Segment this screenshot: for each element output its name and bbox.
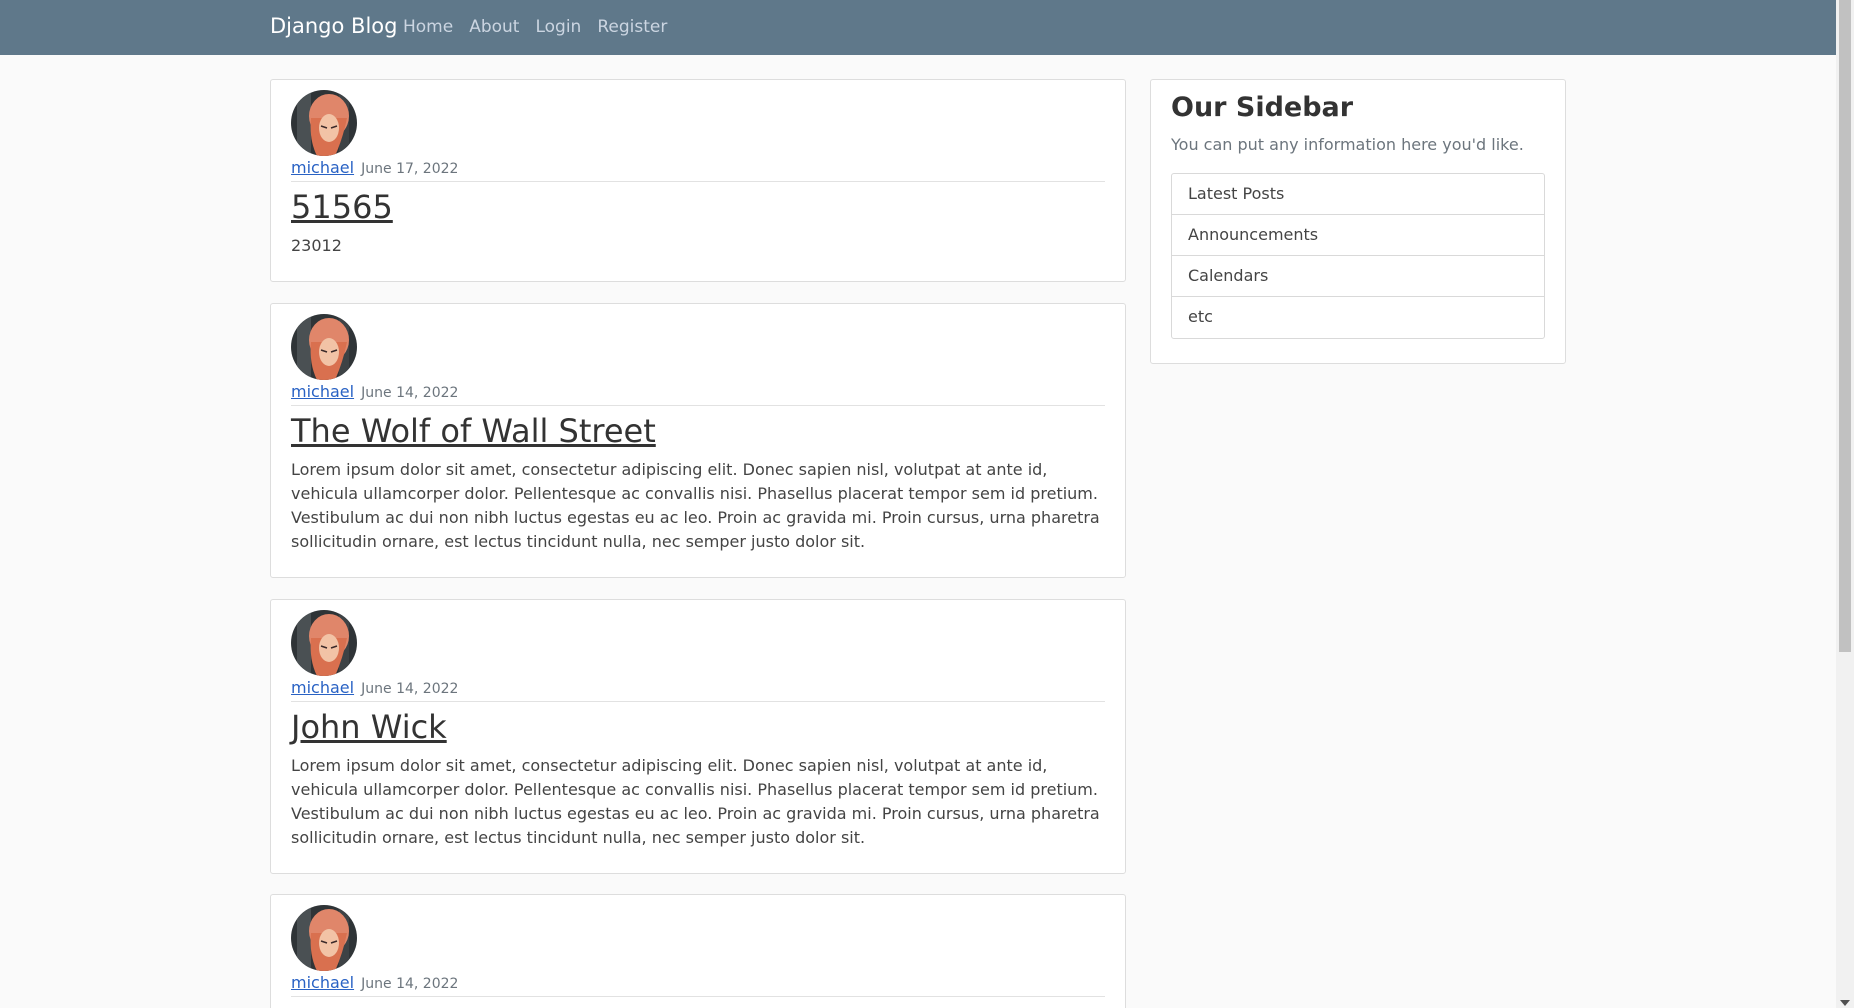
author-link[interactable]: michael [291,678,354,697]
nav-links: Home About Login Register [403,17,667,37]
sidebar-item-calendars[interactable]: Calendars [1172,256,1544,297]
nav-link-home[interactable]: Home [403,17,453,37]
avatar-image [291,314,357,380]
author-link[interactable]: michael [291,973,354,992]
post-meta: michael June 17, 2022 [291,158,1105,182]
nav-link-login[interactable]: Login [535,17,581,37]
avatar-image [291,905,357,971]
post-card: michael June 17, 2022 51565 23012 [270,79,1126,282]
post-card: michael June 14, 2022 The Wolf of Wall S… [270,303,1126,578]
scrollbar-thumb[interactable] [1839,0,1851,652]
sidebar-list: Latest Posts Announcements Calendars etc [1171,173,1545,339]
sidebar-title: Our Sidebar [1171,92,1354,123]
post-title-link[interactable]: 51565 [291,188,393,226]
post-meta: michael June 14, 2022 [291,678,1105,702]
sidebar-item-latest-posts[interactable]: Latest Posts [1172,174,1544,215]
post-date: June 14, 2022 [361,681,459,697]
navbar: Django Blog Home About Login Register [0,0,1836,55]
sidebar-item-etc[interactable]: etc [1172,297,1544,338]
vertical-scrollbar[interactable] [1836,0,1854,1008]
post-content: 23012 [291,236,342,255]
scroll-down-arrow-icon[interactable] [1840,1000,1850,1006]
post-date: June 14, 2022 [361,385,459,401]
post-title-link[interactable]: John Wick [291,708,447,746]
author-link[interactable]: michael [291,382,354,401]
sidebar-item-announcements[interactable]: Announcements [1172,215,1544,256]
author-link[interactable]: michael [291,158,354,177]
post-title-link[interactable]: The Wolf of Wall Street [291,412,656,450]
post-card: michael June 14, 2022 John Wick Lorem ip… [270,599,1126,874]
nav-link-about[interactable]: About [469,17,519,37]
post-date: June 17, 2022 [361,161,459,177]
avatar-image [291,610,357,676]
sidebar: Our Sidebar You can put any information … [1150,79,1566,364]
post-meta: michael June 14, 2022 [291,382,1105,406]
sidebar-description: You can put any information here you'd l… [1171,135,1524,154]
post-content: Lorem ipsum dolor sit amet, consectetur … [291,460,1100,551]
nav-link-register[interactable]: Register [597,17,667,37]
avatar-image [291,90,357,156]
brand-link[interactable]: Django Blog [270,14,397,38]
post-card: michael June 14, 2022 [270,894,1126,1008]
post-date: June 14, 2022 [361,976,459,992]
post-content: Lorem ipsum dolor sit amet, consectetur … [291,756,1100,847]
post-meta: michael June 14, 2022 [291,973,1105,997]
